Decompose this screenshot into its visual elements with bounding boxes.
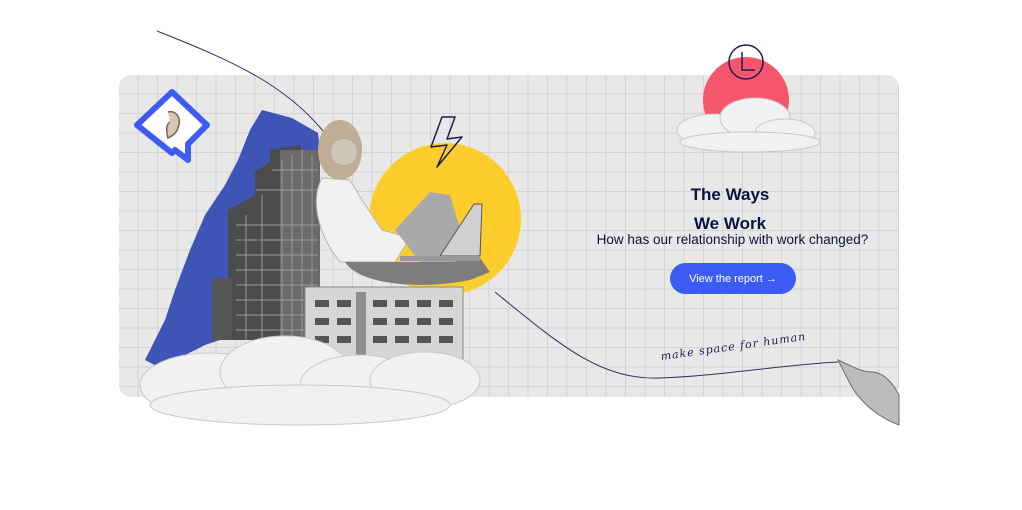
skyscraper [212,145,320,340]
hero-illustration [134,30,900,426]
page-title-line-1: The Ways [690,185,770,204]
speech-bubble-ear-icon [134,89,210,163]
page-title-line-2: We Work [693,214,767,233]
page-subtitle: How has our relationship with work chang… [596,232,869,247]
pointing-hand-icon [836,358,900,426]
cloud-icon [676,97,821,153]
view-report-button[interactable]: View the report → [670,263,796,294]
